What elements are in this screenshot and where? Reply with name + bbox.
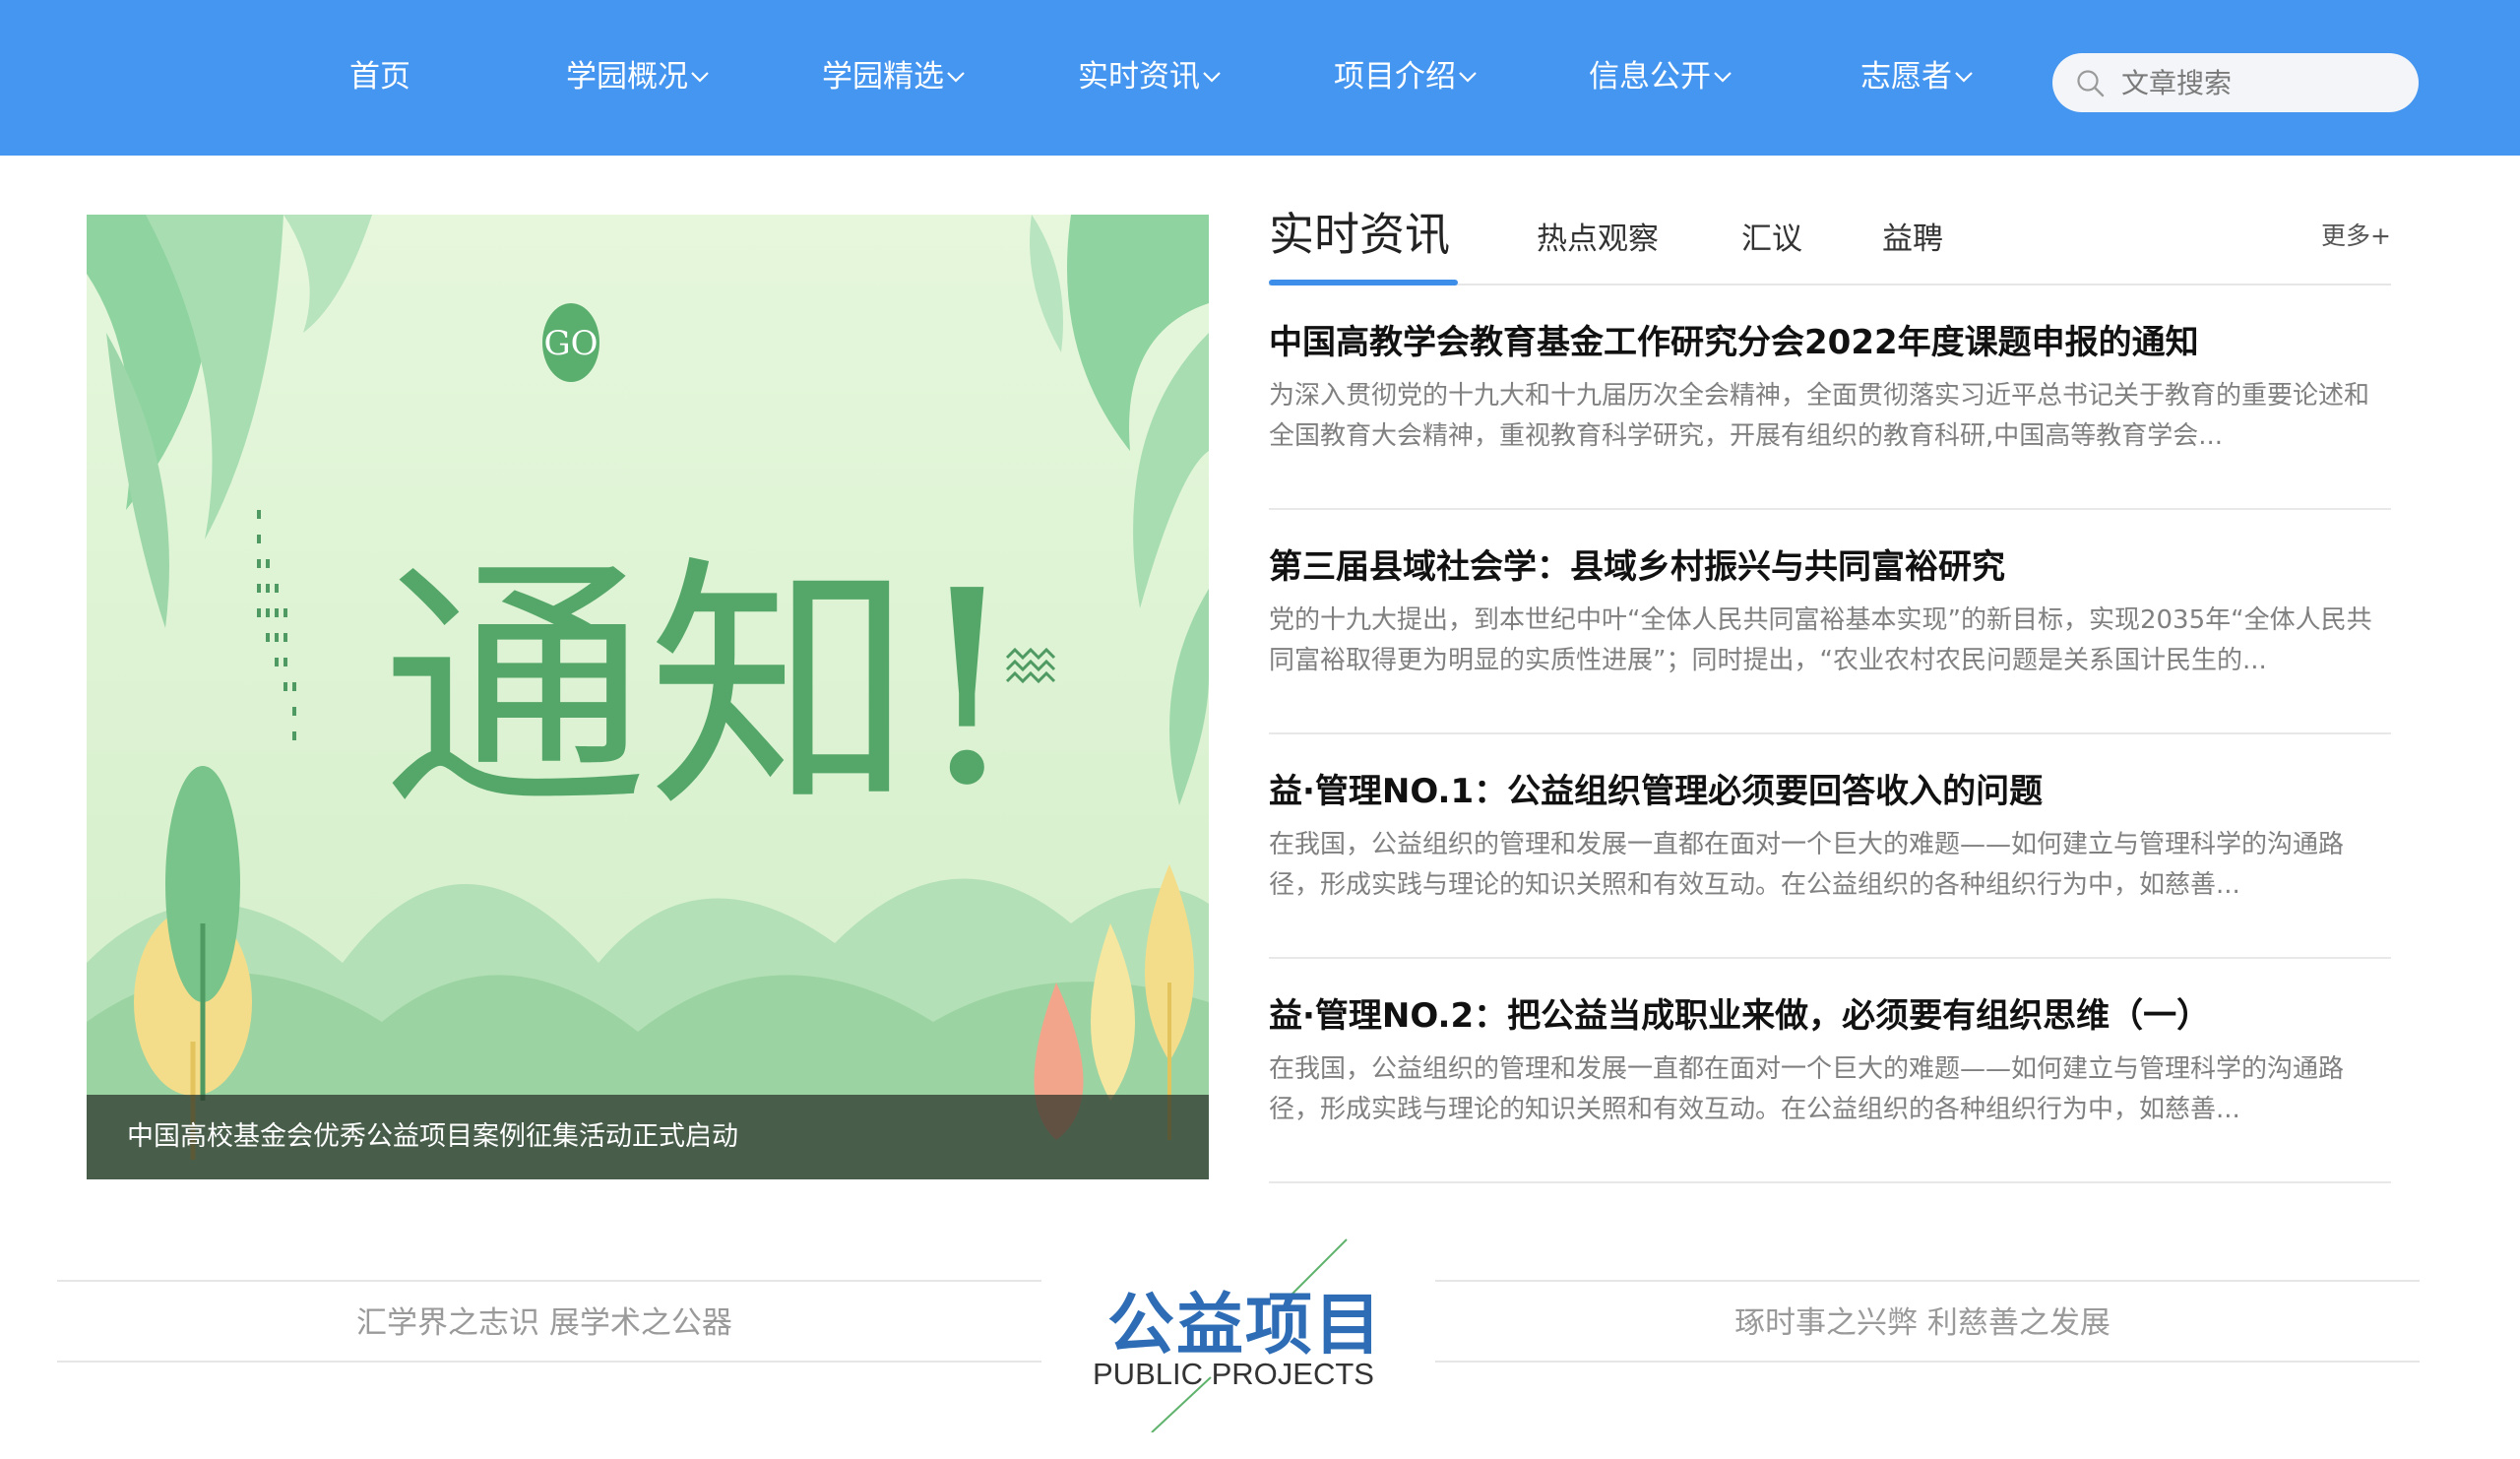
news-summary: 为深入贯彻党的十九大和十九届历次全会精神，全面贯彻落实习近平总书记关于教育的重要…: [1269, 381, 2370, 451]
section-title: 公益项目: [1107, 1286, 1384, 1364]
banner-badge-text: GO: [543, 324, 598, 363]
banner-headline: 通知!: [382, 534, 1021, 844]
tab-recruitment[interactable]: 益聘: [1882, 214, 1943, 258]
nav-item-featured[interactable]: 学园精选: [822, 0, 966, 156]
news-tabs: 实时资讯 热点观察 汇议 益聘 更多+: [1269, 197, 2391, 285]
news-summary: 党的十九大提出，到本世纪中叶“全体人民共同富裕基本实现”的新目标，实现2035年…: [1269, 605, 2372, 675]
news-list-item[interactable]: 益·管理NO.1：公益组织管理必须要回答收入的问题 在我国，公益组织的管理和发展…: [1269, 734, 2391, 959]
news-title[interactable]: 中国高教学会教育基金工作研究分会2022年度课题申报的通知: [1269, 315, 2199, 363]
news-list-item[interactable]: 益·管理NO.2：把公益当成职业来做，必须要有组织思维（一） 在我国，公益组织的…: [1269, 959, 2391, 1183]
section-right-slogan: 琢时事之兴弊 利慈善之发展: [1734, 1305, 2110, 1341]
tab-label: 实时资讯: [1269, 208, 1450, 261]
tab-label: 汇议: [1741, 222, 1802, 257]
section-divider: [1435, 1361, 2420, 1363]
more-link[interactable]: 更多+: [2321, 217, 2391, 252]
chevron-down-icon: [1714, 71, 1732, 83]
news-summary: 在我国，公益组织的管理和发展一直都在面对一个巨大的难题——如何建立与管理科学的沟…: [1269, 1054, 2345, 1124]
nav-item-volunteer[interactable]: 志愿者: [1860, 0, 1974, 156]
top-nav-bar: 首页 学园概况 学园精选 实时资讯 项目介绍 信息公开 志愿者: [0, 0, 2520, 156]
tab-label: 益聘: [1882, 222, 1943, 257]
nav-item-label: 首页: [349, 59, 410, 95]
nav-item-projects[interactable]: 项目介绍: [1334, 0, 1478, 156]
news-title[interactable]: 益·管理NO.1：公益组织管理必须要回答收入的问题: [1269, 764, 2043, 812]
nav-item-label: 项目介绍: [1334, 59, 1456, 95]
section-subtitle: PUBLIC PROJECTS: [1093, 1357, 1374, 1391]
news-title[interactable]: 第三届县域社会学：县域乡村振兴与共同富裕研究: [1269, 539, 2005, 588]
nav-item-label: 志愿者: [1860, 59, 1952, 95]
tab-meetings[interactable]: 汇议: [1741, 214, 1802, 258]
nav-item-news[interactable]: 实时资讯: [1078, 0, 1222, 156]
news-list-item[interactable]: 第三届县域社会学：县域乡村振兴与共同富裕研究 党的十九大提出，到本世纪中叶“全体…: [1269, 510, 2391, 734]
nav-item-disclosure[interactable]: 信息公开: [1589, 0, 1732, 156]
nav-item-about[interactable]: 学园概况: [566, 0, 710, 156]
chevron-down-icon: [691, 71, 709, 83]
nav-item-label: 学园精选: [822, 59, 944, 95]
tab-realtime-news[interactable]: 实时资讯: [1269, 199, 1450, 264]
banner-caption[interactable]: 中国高校基金会优秀公益项目案例征集活动正式启动: [87, 1095, 1209, 1179]
chevron-down-icon: [947, 71, 965, 83]
nav-item-label: 学园概况: [566, 59, 688, 95]
section-left-slogan: 汇学界之志识 展学术之公器: [356, 1305, 732, 1341]
section-divider: [1435, 1280, 2420, 1282]
banner-carousel[interactable]: GO 通知! 中国高校基金会优秀公益项目案例征集活动正式启动: [87, 215, 1209, 1179]
chevron-down-icon: [1203, 71, 1221, 83]
nav-item-home[interactable]: 首页: [349, 0, 410, 156]
section-divider: [57, 1280, 1041, 1282]
banner-illustration: GO 通知!: [87, 215, 1209, 1179]
search-input[interactable]: [2121, 61, 2397, 104]
tab-label: 热点观察: [1537, 222, 1659, 257]
news-panel: 实时资讯 热点观察 汇议 益聘 更多+ 中国高教学会教育基金工作研究分会2022…: [1269, 197, 2391, 1183]
chevron-down-icon: [1955, 71, 1973, 83]
tab-hot-observation[interactable]: 热点观察: [1537, 214, 1659, 258]
nav-item-label: 实时资讯: [1078, 59, 1200, 95]
section-divider: [57, 1361, 1041, 1363]
news-title[interactable]: 益·管理NO.2：把公益当成职业来做，必须要有组织思维（一）: [1269, 988, 2210, 1037]
search-box[interactable]: [2052, 53, 2419, 112]
chevron-down-icon: [1459, 71, 1477, 83]
nav-item-label: 信息公开: [1589, 59, 1711, 95]
news-summary: 在我国，公益组织的管理和发展一直都在面对一个巨大的难题——如何建立与管理科学的沟…: [1269, 830, 2345, 900]
search-icon[interactable]: [2076, 69, 2106, 98]
news-list-item[interactable]: 中国高教学会教育基金工作研究分会2022年度课题申报的通知 为深入贯彻党的十九大…: [1269, 285, 2391, 510]
